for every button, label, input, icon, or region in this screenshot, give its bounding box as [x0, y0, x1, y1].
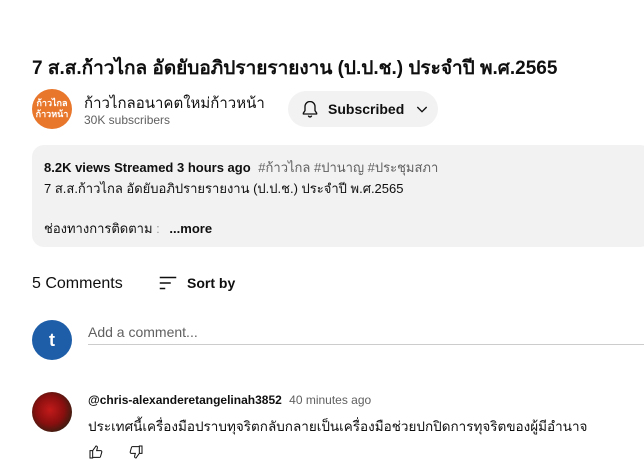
sort-icon	[159, 276, 177, 290]
comment-text: ประเทศนี้เครื่องมือปราบทุจริตกลับกลายเป็…	[88, 419, 588, 434]
add-comment-input[interactable]	[88, 320, 644, 345]
comment-time[interactable]: 40 minutes ago	[289, 393, 371, 407]
commenter-avatar[interactable]	[32, 392, 72, 432]
show-more-button[interactable]: ...more	[169, 221, 212, 236]
chevron-down-icon	[417, 106, 428, 113]
user-avatar-letter: t	[49, 329, 55, 350]
subscribed-label: Subscribed	[328, 101, 405, 117]
bell-icon	[302, 100, 318, 118]
thumb-up-icon[interactable]	[88, 444, 104, 460]
hashtags[interactable]: #ก้าวไกล #ปานาญ #ประชุมสภา	[258, 160, 438, 175]
video-title: 7 ส.ส.ก้าวไกล อัดยับอภิปรายรายงาน (ป.ป.ช…	[32, 58, 558, 79]
description-box[interactable]: 8.2K views Streamed 3 hours ago #ก้าวไกล…	[32, 145, 644, 247]
view-count: 8.2K views	[44, 160, 111, 175]
description-text: 7 ส.ส.ก้าวไกล อัดยับอภิปรายรายงาน (ป.ป.ช…	[44, 181, 404, 196]
comment-item: @chris-alexanderetangelinah3852 40 minut…	[32, 392, 632, 459]
sort-by-button[interactable]: Sort by	[157, 272, 235, 294]
channel-name[interactable]: ก้าวไกลอนาคตใหม่ก้าวหน้า	[84, 91, 265, 115]
follow-channels-label: ช่องทางการติดตาม	[44, 221, 153, 236]
sort-by-label: Sort by	[187, 275, 236, 291]
description-follow-line: ช่องทางการติดตาม : ...more	[44, 218, 212, 239]
comment-count: 5 Comments	[32, 275, 123, 292]
channel-row: ก้าวไกล ก้าวหน้า ก้าวไกลอนาคตใหม่ก้าวหน้…	[32, 89, 632, 129]
subscribed-button[interactable]: Subscribed	[288, 91, 438, 127]
comments-header: 5 Comments Sort by	[32, 272, 632, 296]
stream-time: Streamed 3 hours ago	[114, 160, 251, 175]
thumb-down-icon[interactable]	[128, 444, 144, 460]
add-comment-row: t	[32, 320, 644, 360]
channel-avatar[interactable]: ก้าวไกล ก้าวหน้า	[32, 89, 72, 129]
follow-separator: :	[156, 221, 160, 236]
subscriber-count: 30K subscribers	[84, 113, 171, 127]
description-meta: 8.2K views Streamed 3 hours ago #ก้าวไกล…	[44, 157, 438, 178]
comment-actions	[88, 444, 168, 460]
user-avatar[interactable]: t	[32, 320, 72, 360]
comment-author-line: @chris-alexanderetangelinah3852 40 minut…	[88, 393, 371, 407]
channel-avatar-text: ก้าวไกล ก้าวหน้า	[35, 98, 69, 119]
comment-author[interactable]: @chris-alexanderetangelinah3852	[88, 393, 282, 407]
